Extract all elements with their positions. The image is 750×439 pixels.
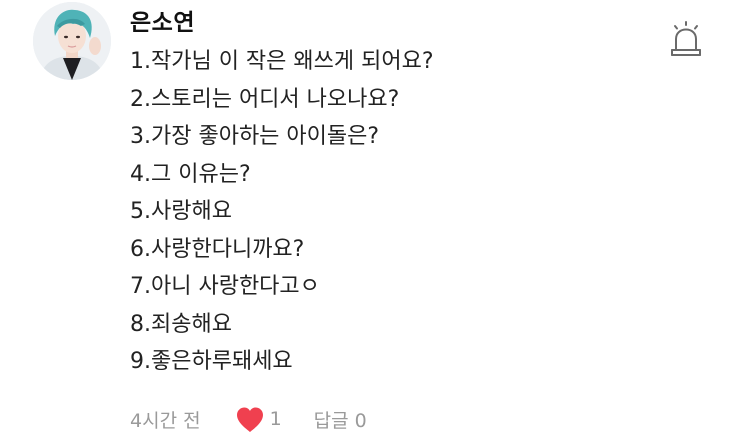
reply-button[interactable]: 답글 0 bbox=[314, 406, 367, 433]
comment-body: 1.작가님 이 작은 왜쓰게 되어요? 2.스토리는 어디서 나오나요? 3.가… bbox=[130, 43, 434, 381]
comment-line: 8.죄송해요 bbox=[130, 311, 232, 337]
comment-line: 7.아니 사랑한다고ㅇ bbox=[130, 274, 320, 299]
siren-icon bbox=[671, 21, 701, 56]
comment-item: 은소연 1.작가님 이 작은 왜쓰게 되어요? 2.스토리는 어디서 나오나요?… bbox=[0, 0, 750, 439]
comment-line: 4.그 이유는? bbox=[130, 161, 251, 187]
comment-meta: 4시간 전 1 답글 0 bbox=[130, 404, 367, 434]
comment-line: 6.사랑한다니까요? bbox=[130, 236, 305, 262]
heart-icon bbox=[236, 407, 263, 432]
avatar-image bbox=[33, 2, 111, 80]
comment-line: 2.스토리는 어디서 나오나요? bbox=[130, 86, 400, 112]
timestamp: 4시간 전 bbox=[130, 409, 201, 432]
comment-line: 1.작가님 이 작은 왜쓰게 되어요? bbox=[130, 49, 434, 74]
like-count: 1 bbox=[269, 408, 282, 430]
comment-line: 9.좋은하루돼세요 bbox=[130, 349, 293, 374]
comment-line: 5.사랑해요 bbox=[130, 199, 232, 224]
avatar[interactable] bbox=[33, 2, 111, 80]
comment-line: 3.가장 좋아하는 아이돌은? bbox=[130, 124, 380, 149]
like-button[interactable]: 1 bbox=[235, 406, 282, 433]
report-button[interactable] bbox=[666, 20, 706, 60]
author-name[interactable]: 은소연 bbox=[130, 3, 195, 37]
